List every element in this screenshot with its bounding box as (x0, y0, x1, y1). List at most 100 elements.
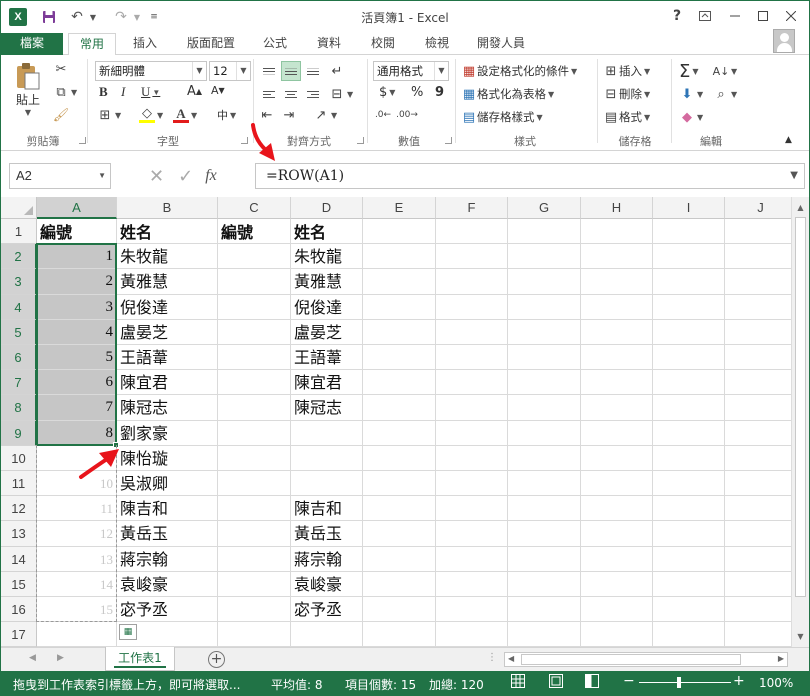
cell-styles-button[interactable]: ▤ 儲存格樣式 ▼ (461, 109, 543, 125)
cell-b15[interactable]: 袁峻豪 (120, 573, 217, 596)
formula-input[interactable]: =ROW(A1) ▼ (255, 163, 805, 189)
cell-d12[interactable]: 陳吉和 (294, 497, 362, 520)
clear-button[interactable]: ◆ ▼ (679, 109, 703, 125)
tab-home[interactable]: 常用 (68, 33, 116, 56)
cancel-icon[interactable]: ✕ (149, 166, 164, 187)
cell-b5[interactable]: 盧晏芝 (120, 321, 217, 344)
zoom-slider-thumb[interactable] (677, 677, 681, 688)
scroll-up-icon[interactable]: ▲ (794, 201, 807, 214)
align-bottom-button[interactable] (303, 61, 323, 81)
comma-style-button[interactable]: 9 (435, 85, 444, 100)
cell-b2[interactable]: 朱牧龍 (120, 245, 217, 268)
column-header-i[interactable]: I (653, 197, 725, 219)
format-as-table-button[interactable]: ▦ 格式化為表格 ▼ (461, 86, 554, 102)
cell-b10[interactable]: 陳怡璇 (120, 447, 217, 470)
zoom-slider[interactable] (639, 682, 731, 683)
cell-d15[interactable]: 袁峻豪 (294, 573, 362, 596)
column-header-h[interactable]: H (581, 197, 653, 219)
normal-view-icon[interactable] (511, 674, 525, 691)
tab-view[interactable]: 檢視 (415, 33, 459, 55)
sheet-next-icon[interactable]: ▶ (57, 653, 64, 663)
paste-button[interactable]: 貼上 ▼ (13, 61, 43, 117)
collapse-ribbon-icon[interactable]: ▲ (785, 135, 792, 145)
user-avatar-icon[interactable] (773, 29, 795, 53)
cell-b1[interactable]: 姓名 (120, 221, 217, 244)
format-cells-button[interactable]: ▤ 格式 ▼ (603, 109, 650, 125)
cell-d14[interactable]: 蔣宗翰 (294, 548, 362, 571)
page-break-view-icon[interactable] (585, 674, 599, 691)
auto-fill-options-icon[interactable]: ▦ (119, 624, 137, 641)
minimize-icon[interactable] (721, 5, 749, 27)
tab-developer[interactable]: 開發人員 (469, 33, 533, 55)
borders-button[interactable]: ⊞ ▼ (97, 107, 122, 123)
add-sheet-button[interactable]: + (208, 651, 225, 668)
cell-a1[interactable]: 編號 (40, 221, 116, 244)
column-header-b[interactable]: B (117, 197, 218, 219)
tab-insert[interactable]: 插入 (121, 33, 169, 55)
insert-function-icon[interactable]: fx (205, 167, 217, 185)
cell-d1[interactable]: 姓名 (294, 221, 362, 244)
row-header-3[interactable]: 3 (1, 269, 37, 295)
cell-b13[interactable]: 黃岳玉 (120, 522, 217, 545)
cell-d2[interactable]: 朱牧龍 (294, 245, 362, 268)
row-header-13[interactable]: 13 (1, 521, 37, 547)
cell-b14[interactable]: 蔣宗翰 (120, 548, 217, 571)
fill-button[interactable]: ⬇ ▼ (679, 86, 704, 102)
sheet-tab[interactable]: 工作表1 (105, 647, 175, 671)
worksheet-grid[interactable]: A B C D E F G H I J 1 2 3 4 5 6 7 8 9 10 11 12 13 14 15 16 17 編號 姓名編… (1, 197, 791, 647)
sort-filter-button[interactable]: A↓ ▼ (713, 63, 738, 79)
merge-center-button[interactable]: ⊟ ▼ (329, 86, 354, 102)
increase-decimal-button[interactable]: .0← (375, 107, 391, 123)
enter-icon[interactable]: ✓ (178, 166, 193, 187)
row-header-11[interactable]: 11 (1, 471, 37, 497)
row-header-4[interactable]: 4 (1, 294, 37, 320)
orientation-button[interactable]: ↗ ▼ (313, 107, 338, 123)
vertical-scroll-thumb[interactable] (795, 217, 806, 597)
horizontal-scrollbar[interactable]: ◀ ▶ (504, 652, 788, 667)
row-header-10[interactable]: 10 (1, 445, 37, 471)
font-name-select[interactable]: 新細明體 ▼ (95, 61, 207, 81)
alignment-launcher-icon[interactable] (357, 137, 364, 144)
align-left-button[interactable] (259, 84, 279, 104)
cell-d3[interactable]: 黃雅慧 (294, 270, 362, 293)
align-middle-button[interactable] (281, 61, 301, 81)
increase-indent-button[interactable]: ⇥ (281, 107, 297, 123)
cut-button[interactable]: ✂ (53, 61, 69, 77)
cell-b11[interactable]: 吳淑卿 (120, 472, 217, 495)
bold-button[interactable]: B (99, 84, 108, 100)
cell-b8[interactable]: 陳冠志 (120, 396, 217, 419)
italic-button[interactable]: I (121, 84, 125, 100)
zoom-out-button[interactable]: − (623, 673, 635, 689)
row-header-16[interactable]: 16 (1, 597, 37, 623)
column-header-j[interactable]: J (725, 197, 791, 219)
font-size-select[interactable]: 12 ▼ (209, 61, 251, 81)
column-header-e[interactable]: E (363, 197, 436, 219)
column-header-f[interactable]: F (436, 197, 508, 219)
row-header-2[interactable]: 2 (1, 244, 37, 270)
row-header-14[interactable]: 14 (1, 546, 37, 572)
conditional-formatting-button[interactable]: ▦ 設定格式化的條件 ▼ (461, 63, 577, 79)
maximize-icon[interactable] (749, 5, 777, 27)
underline-button[interactable]: U ▼ (141, 84, 160, 100)
name-box[interactable]: A2 ▼ (9, 163, 111, 189)
sheet-prev-icon[interactable]: ◀ (29, 653, 36, 663)
align-right-button[interactable] (303, 84, 323, 104)
grow-font-button[interactable]: A ▲ (187, 84, 202, 99)
row-header-12[interactable]: 12 (1, 496, 37, 522)
tab-data[interactable]: 資料 (307, 33, 351, 55)
cell-b9[interactable]: 劉家豪 (120, 422, 217, 445)
decrease-decimal-button[interactable]: .00→ (396, 107, 418, 123)
column-header-a[interactable]: A (37, 197, 117, 219)
column-header-g[interactable]: G (508, 197, 581, 219)
tab-formulas[interactable]: 公式 (255, 33, 295, 55)
tab-page-layout[interactable]: 版面配置 (177, 33, 245, 55)
cell-b12[interactable]: 陳吉和 (120, 497, 217, 520)
find-select-button[interactable]: ⌕ ▼ (713, 86, 737, 102)
cell-d7[interactable]: 陳宜君 (294, 371, 362, 394)
row-header-7[interactable]: 7 (1, 370, 37, 396)
row-header-6[interactable]: 6 (1, 345, 37, 371)
percent-button[interactable]: % (411, 85, 423, 100)
format-painter-button[interactable]: 🖌 (53, 107, 70, 123)
row-header-17[interactable]: 17 (1, 622, 37, 647)
cell-d5[interactable]: 盧晏芝 (294, 321, 362, 344)
